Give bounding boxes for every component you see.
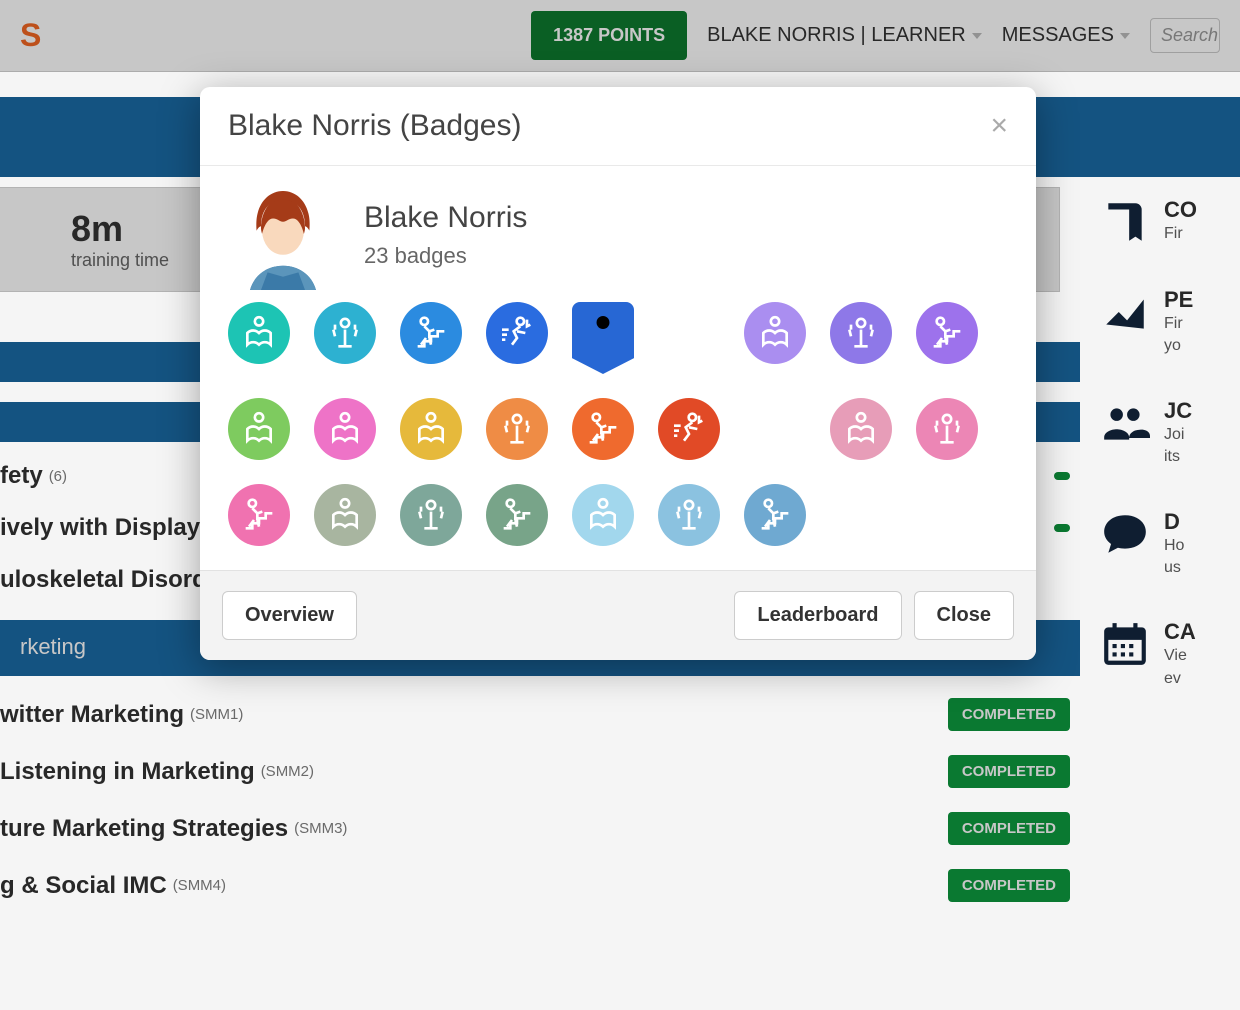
- course-row[interactable]: Listening in Marketing (SMM2) COMPLETED: [0, 743, 1080, 800]
- completed-badge: [1054, 472, 1070, 480]
- chart-line-icon: [1100, 287, 1150, 337]
- badge-reader[interactable]: [830, 398, 892, 460]
- stairs-icon: [239, 495, 279, 535]
- stairs-icon: [411, 313, 451, 353]
- badge-stairs[interactable]: [228, 484, 290, 546]
- profile-name: Blake Norris: [364, 201, 527, 235]
- reader-icon: [583, 495, 623, 535]
- calendar-icon: [1100, 619, 1150, 669]
- completed-badge: COMPLETED: [948, 755, 1070, 788]
- reader-icon: [239, 409, 279, 449]
- overview-button[interactable]: Overview: [222, 591, 357, 640]
- profile-row: Blake Norris 23 badges: [228, 180, 1008, 290]
- badge-reader[interactable]: [314, 398, 376, 460]
- app-logo: S: [20, 17, 40, 54]
- stairs-icon: [497, 495, 537, 535]
- badge-runner[interactable]: [486, 302, 548, 364]
- badge-growth[interactable]: [916, 398, 978, 460]
- badge-reader[interactable]: [400, 398, 462, 460]
- badge-stairs[interactable]: [744, 484, 806, 546]
- leaderboard-button[interactable]: Leaderboard: [734, 591, 901, 640]
- right-sidebar: COFir PEFiryo JCJoiits DHous CAVieev: [1080, 177, 1240, 914]
- badge-growth[interactable]: [486, 398, 548, 460]
- chevron-down-icon: [972, 33, 982, 39]
- badge-growth[interactable]: [400, 484, 462, 546]
- course-row[interactable]: ture Marketing Strategies (SMM3) COMPLET…: [0, 800, 1080, 857]
- growth-icon: [325, 313, 365, 353]
- badge-growth[interactable]: [314, 302, 376, 364]
- book-icon: [1100, 197, 1150, 247]
- completed-badge: COMPLETED: [948, 812, 1070, 845]
- course-row[interactable]: witter Marketing (SMM1) COMPLETED: [0, 686, 1080, 743]
- user-menu[interactable]: BLAKE NORRIS | LEARNER: [707, 24, 982, 47]
- runner-icon: [669, 409, 709, 449]
- messages-menu[interactable]: MESSAGES: [1002, 24, 1130, 47]
- badge-stairs[interactable]: [916, 302, 978, 364]
- badge-reader[interactable]: [228, 302, 290, 364]
- badge-reader[interactable]: [572, 484, 634, 546]
- stairs-icon: [927, 313, 967, 353]
- growth-icon: [669, 495, 709, 535]
- points-badge[interactable]: 1387 POINTS: [531, 11, 687, 60]
- reader-icon: [411, 409, 451, 449]
- avatar: [228, 180, 338, 290]
- badge-champion[interactable]: [572, 302, 634, 374]
- completed-badge: COMPLETED: [948, 698, 1070, 731]
- runner-icon: [497, 313, 537, 353]
- badge-grid: [228, 302, 1008, 546]
- messages-menu-label: MESSAGES: [1002, 24, 1114, 47]
- sidebar-item-discussions[interactable]: DHous: [1100, 509, 1240, 580]
- badge-reader[interactable]: [228, 398, 290, 460]
- completed-badge: COMPLETED: [948, 869, 1070, 902]
- sidebar-item-progress[interactable]: PEFiryo: [1100, 287, 1240, 358]
- users-icon: [1100, 398, 1150, 448]
- badge-runner[interactable]: [658, 398, 720, 460]
- stairs-icon: [583, 409, 623, 449]
- close-icon[interactable]: ×: [990, 111, 1008, 141]
- badge-stairs[interactable]: [572, 398, 634, 460]
- growth-icon: [497, 409, 537, 449]
- user-menu-label: BLAKE NORRIS | LEARNER: [707, 24, 966, 47]
- badge-growth[interactable]: [830, 302, 892, 364]
- growth-icon: [927, 409, 967, 449]
- sidebar-item-calendar[interactable]: CAVieev: [1100, 619, 1240, 690]
- badge-stairs[interactable]: [400, 302, 462, 364]
- growth-icon: [411, 495, 451, 535]
- badge-growth[interactable]: [658, 484, 720, 546]
- search-input[interactable]: Search: [1150, 18, 1220, 53]
- chevron-down-icon: [1120, 33, 1130, 39]
- sidebar-item-groups[interactable]: JCJoiits: [1100, 398, 1240, 469]
- badge-count: 23 badges: [364, 243, 527, 269]
- speech-bubble-icon: [1100, 509, 1150, 559]
- modal-footer: Overview Leaderboard Close: [200, 570, 1036, 660]
- growth-icon: [841, 313, 881, 353]
- completed-badge: [1054, 524, 1070, 532]
- reader-icon: [755, 313, 795, 353]
- reader-icon: [325, 409, 365, 449]
- modal-title: Blake Norris (Badges): [228, 109, 521, 143]
- close-button[interactable]: Close: [914, 591, 1014, 640]
- stairs-icon: [755, 495, 795, 535]
- sidebar-item-courses[interactable]: COFir: [1100, 197, 1240, 247]
- course-row[interactable]: g & Social IMC (SMM4) COMPLETED: [0, 857, 1080, 914]
- top-header: S 1387 POINTS BLAKE NORRIS | LEARNER MES…: [0, 0, 1240, 72]
- reader-icon: [239, 313, 279, 353]
- reader-icon: [841, 409, 881, 449]
- badge-reader[interactable]: [744, 302, 806, 364]
- badge-stairs[interactable]: [486, 484, 548, 546]
- reader-icon: [325, 495, 365, 535]
- champion-icon: [572, 307, 634, 369]
- modal-header: Blake Norris (Badges) ×: [200, 87, 1036, 166]
- badge-reader[interactable]: [314, 484, 376, 546]
- badges-modal: Blake Norris (Badges) × Blake Norris 23 …: [200, 87, 1036, 660]
